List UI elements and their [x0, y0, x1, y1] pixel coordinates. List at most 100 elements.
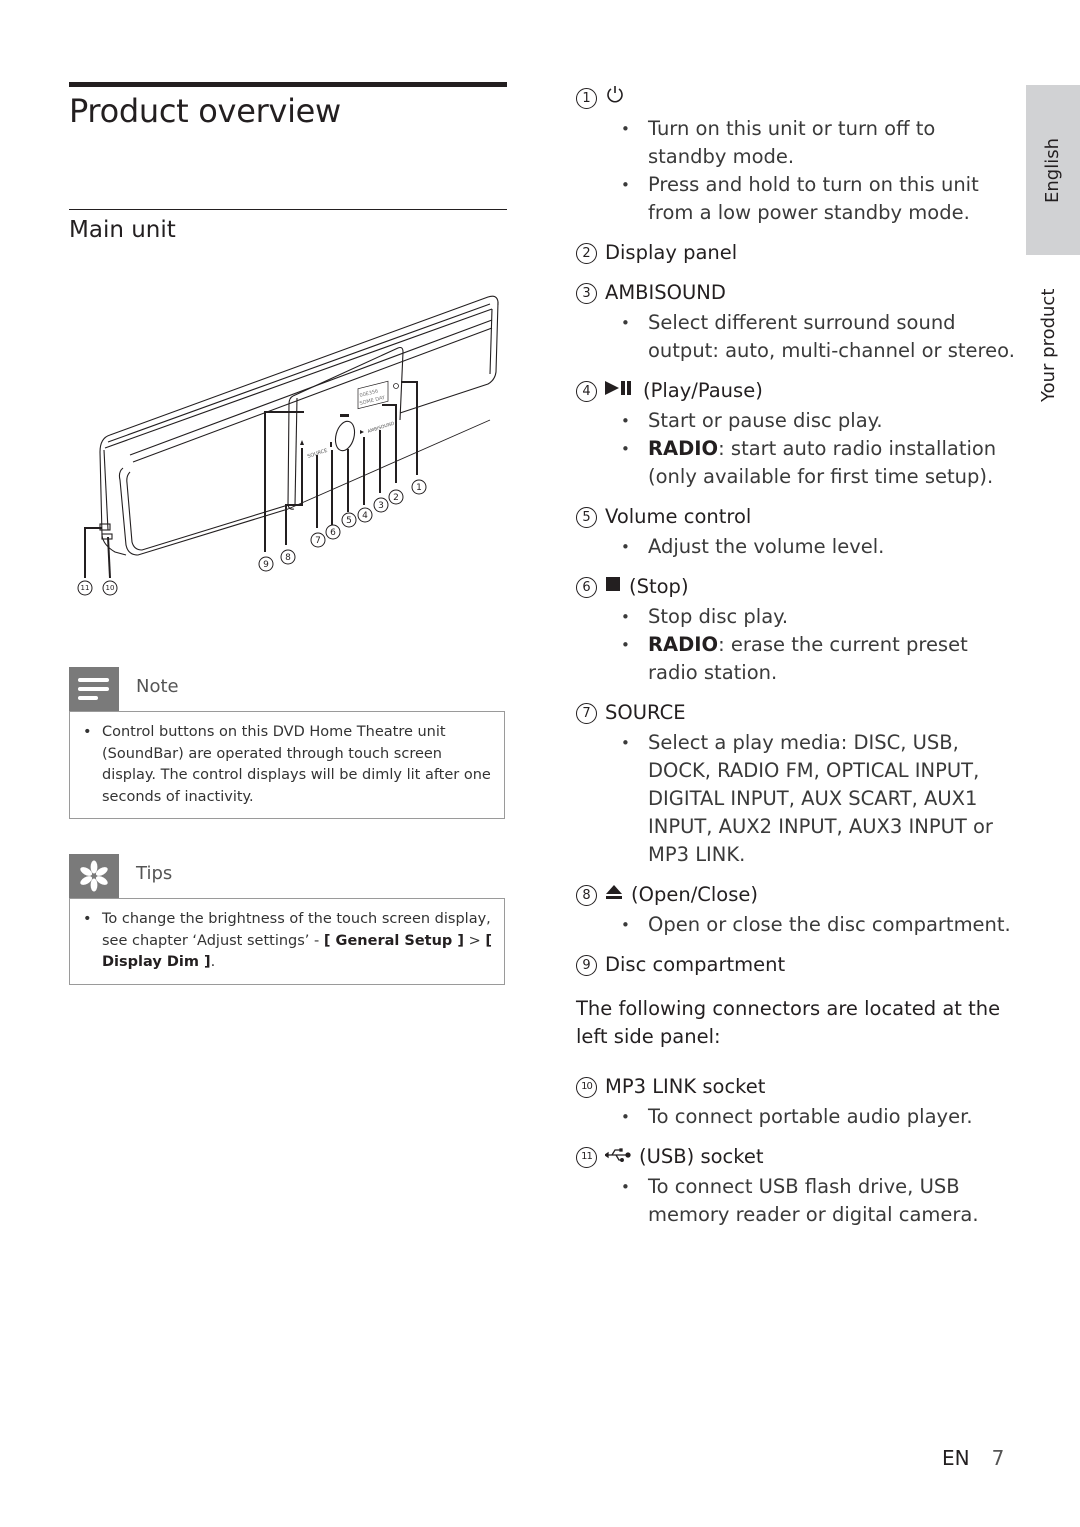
item-number: 8: [576, 884, 597, 906]
list-item: 3 AMBISOUND Select different surround soun…: [576, 279, 1016, 365]
section-title: Main unit: [69, 217, 176, 243]
svg-text:6: 6: [330, 528, 336, 538]
main-unit-diagram: SOURCE AMBISOUND 00E356 SOME DAY 1 2 3 4…: [77, 295, 499, 596]
soundbar-body: [99, 295, 499, 556]
item-number: 2: [576, 242, 597, 264]
bullet-item: RADIO: start auto radio installation (on…: [576, 435, 1016, 491]
panel-stop-mark: [330, 442, 332, 447]
bullet-item: Press and hold to turn on this unit from…: [576, 171, 1016, 227]
tips-item: To change the brightness of the touch sc…: [82, 909, 494, 974]
page-number: 7: [991, 1446, 1005, 1470]
list-item: 7 SOURCE Select a play media: DISC, USB, D…: [576, 699, 1016, 869]
bullet-list: Start or pause disc play. RADIO: start au…: [576, 407, 1016, 491]
item-heading: 2 Display panel: [576, 239, 1016, 267]
callout-3: 3: [373, 497, 389, 513]
list-item: 2 Display panel: [576, 239, 1016, 267]
panel-eject-mark: [300, 440, 304, 445]
page-footer: EN 7: [942, 1446, 1004, 1470]
usb-icon: [603, 1143, 631, 1171]
list-item: 8 (Open/Close) Open or close the disc comp…: [576, 881, 1016, 939]
footer-lang: EN: [942, 1446, 970, 1470]
tips-box: Tips To change the brightness of the tou…: [69, 854, 505, 985]
list-item: 5 Volume control Adjust the volume level.: [576, 503, 1016, 561]
general-setup-ref: [ General Setup ]: [323, 932, 464, 949]
svg-text:10: 10: [106, 584, 115, 592]
list-item: 6 (Stop) Stop disc play. RADIO: erase the c…: [576, 573, 1016, 687]
bullet-item: Start or pause disc play.: [576, 407, 1016, 435]
panel-bar-mark: [340, 414, 349, 417]
power-icon: [605, 84, 625, 113]
tips-label: Tips: [136, 863, 173, 884]
bullet-item: Open or close the disc compartment.: [576, 911, 1016, 939]
item-list: 1 Turn on this unit or turn off to standb…: [576, 84, 1016, 1241]
leader-lines: [84, 381, 418, 579]
item-number: 5: [576, 506, 597, 528]
item-heading: 1: [576, 84, 1016, 113]
chapter-tab-label: Your product: [1038, 288, 1059, 402]
bullet-item: To connect portable audio player.: [576, 1103, 1016, 1131]
item-number: 6: [576, 576, 597, 598]
eject-icon: [605, 881, 623, 909]
item-title: (Stop): [629, 575, 689, 598]
item-heading: 5 Volume control: [576, 503, 1016, 531]
bullet-item: RADIO: erase the current preset radio st…: [576, 631, 1016, 687]
stop-icon: [605, 573, 621, 601]
item-heading: 11 (USB) socket: [576, 1143, 1016, 1171]
svg-text:11: 11: [81, 584, 90, 592]
list-item: 1 Turn on this unit or turn off to standb…: [576, 84, 1016, 227]
callout-1: 1: [411, 479, 427, 495]
list-item: 9 Disc compartment: [576, 951, 1016, 979]
callout-2: 2: [388, 489, 404, 505]
bullet-text: Press and hold to turn on this unit from…: [648, 173, 979, 224]
item-number: 9: [576, 954, 597, 976]
svg-text:8: 8: [285, 553, 291, 563]
item-title: (Play/Pause): [643, 379, 763, 402]
panel-play-mark: [360, 430, 364, 434]
bullet-list: To connect USB flash drive, USB memory r…: [576, 1173, 1016, 1229]
bullet-item: Stop disc play.: [576, 603, 1016, 631]
bullet-text: Select a play media: DISC, USB, DOCK, RA…: [648, 731, 993, 866]
bullet-text: To connect USB flash drive, USB memory r…: [648, 1175, 979, 1226]
tips-separator: >: [463, 932, 486, 949]
item-title: (USB) socket: [639, 1145, 764, 1168]
panel-ambisound-text: AMBISOUND: [367, 420, 396, 434]
callout-7: 7: [310, 532, 326, 548]
item-heading: 6 (Stop): [576, 573, 1016, 601]
bullet-item: To connect USB flash drive, USB memory r…: [576, 1173, 1016, 1229]
language-tab: English: [1026, 85, 1080, 255]
bullet-list: Open or close the disc compartment.: [576, 911, 1016, 939]
svg-text:4: 4: [362, 511, 368, 521]
svg-text:2: 2: [393, 493, 399, 503]
bullet-text: To connect portable audio player.: [648, 1105, 973, 1128]
item-heading: 8 (Open/Close): [576, 881, 1016, 909]
item-heading: 10 MP3 LINK socket: [576, 1073, 1016, 1101]
item-heading: 9 Disc compartment: [576, 951, 1016, 979]
bullet-list: Stop disc play. RADIO: erase the current …: [576, 603, 1016, 687]
item-number: 3: [576, 282, 597, 304]
section-rule: [69, 209, 507, 210]
item-title: MP3 LINK socket: [605, 1075, 766, 1098]
svg-text:9: 9: [263, 560, 269, 570]
note-label: Note: [136, 676, 179, 697]
tips-body: To change the brightness of the touch sc…: [69, 898, 505, 985]
title-rule: [69, 82, 507, 87]
item-heading: 3 AMBISOUND: [576, 279, 1016, 307]
note-lines-icon: [69, 667, 119, 711]
bullet-text: Adjust the volume level.: [648, 535, 885, 558]
item-title: AMBISOUND: [605, 281, 726, 304]
callout-5: 5: [341, 512, 357, 528]
item-number: 11: [576, 1146, 597, 1168]
item-title: Volume control: [605, 505, 752, 528]
callout-6: 6: [325, 524, 341, 540]
item-number: 10: [576, 1076, 597, 1098]
asterisk-icon: [69, 854, 119, 898]
callout-4: 4: [357, 507, 373, 523]
bullet-list: Select a play media: DISC, USB, DOCK, RA…: [576, 729, 1016, 869]
callout-numbers: 1 2 3 4 5 6 7 8 9 11 10: [77, 479, 427, 596]
bullet-list: To connect portable audio player.: [576, 1103, 1016, 1131]
language-tab-label: English: [1042, 138, 1063, 203]
bullet-text: Turn on this unit or turn off to standby…: [648, 117, 936, 168]
bullet-text: Select different surround sound output: …: [648, 311, 1015, 362]
note-box: Note Control buttons on this DVD Home Th…: [69, 667, 505, 819]
note-item: Control buttons on this DVD Home Theatre…: [82, 722, 494, 808]
